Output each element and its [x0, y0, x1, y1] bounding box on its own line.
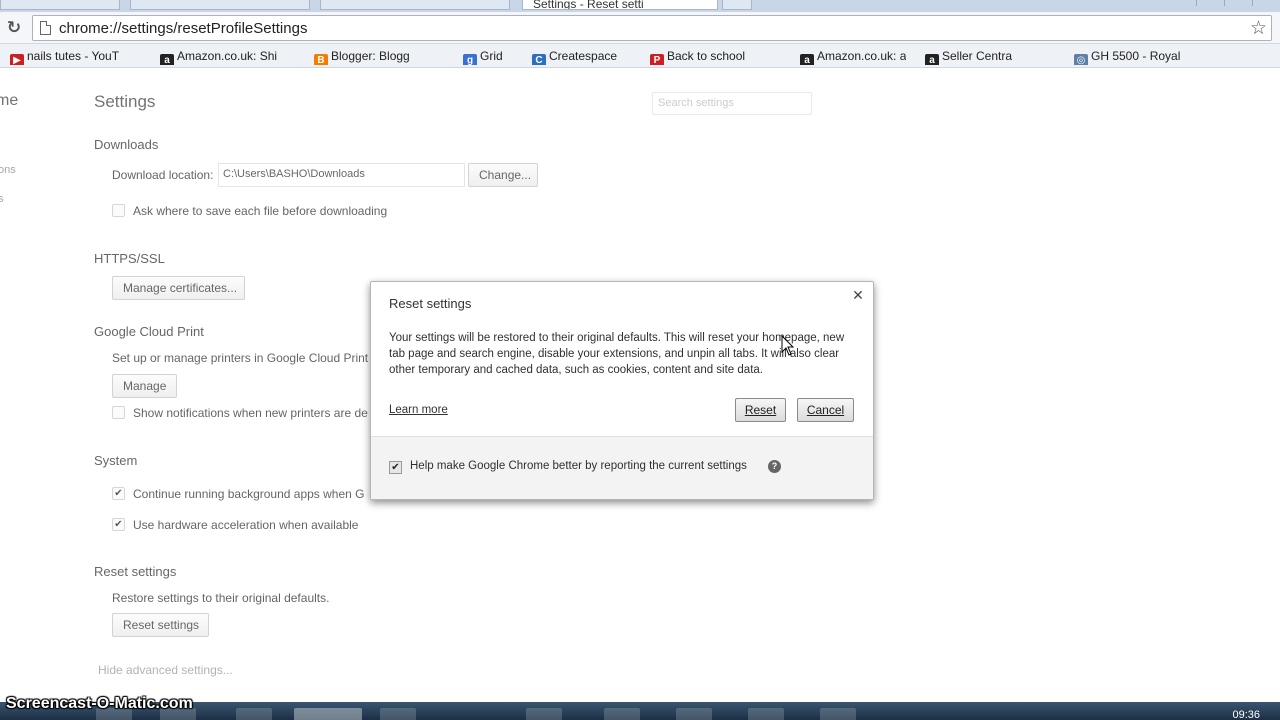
dialog-footer: ✔ Help make Google Chrome better by repo… [371, 436, 873, 499]
bookmark-label: GH 5500 - Royal [1091, 49, 1181, 63]
bookmark-label: nails tutes - YouT [27, 49, 120, 63]
report-settings-label: Help make Google Chrome better by report… [410, 460, 747, 472]
reset-settings-dialog: Reset settings ✕ Your settings will be r… [370, 281, 874, 500]
taskbar-app-chrome[interactable] [294, 708, 362, 720]
bookmark-item[interactable]: g Grid [463, 47, 503, 65]
active-tab-title: Settings - Reset setti [533, 0, 644, 10]
amazon-icon: a [160, 54, 174, 65]
bookmark-label: Back to school [667, 49, 746, 63]
bookmark-item[interactable]: a Amazon.co.uk: Shi [160, 47, 277, 65]
reset-button[interactable]: Reset [735, 398, 786, 422]
background-tab[interactable] [320, 0, 510, 10]
new-tab-button[interactable] [722, 0, 752, 10]
createspace-icon: C [532, 54, 546, 65]
bookmark-item[interactable]: a Amazon.co.uk: a [800, 47, 906, 65]
taskbar-app[interactable] [380, 708, 416, 720]
bookmark-label: Amazon.co.uk: Shi [177, 49, 278, 63]
taskbar-app[interactable] [676, 708, 712, 720]
globe-icon: ◎ [1074, 54, 1088, 65]
bookmarks-bar: ▶ nails tutes - YouT a Amazon.co.uk: Shi B Bl… [0, 44, 1280, 68]
bookmark-item[interactable]: ◎ GH 5500 - Royal [1074, 47, 1180, 65]
minimize-button[interactable] [1196, 0, 1224, 6]
bookmark-item[interactable]: a Seller Centra [925, 47, 1012, 65]
amazon-icon: a [925, 54, 939, 65]
mouse-cursor-icon [781, 335, 795, 356]
youtube-icon: ▶ [10, 54, 24, 65]
close-icon[interactable]: ✕ [851, 288, 865, 302]
background-tab[interactable] [130, 0, 310, 10]
dialog-title: Reset settings [389, 296, 472, 311]
address-bar-url[interactable]: chrome://settings/resetProfileSettings [59, 20, 307, 37]
help-icon[interactable]: ? [768, 460, 781, 473]
cancel-button[interactable]: Cancel [797, 398, 854, 422]
background-tab[interactable] [0, 0, 120, 10]
bookmark-label: Createspace [549, 49, 618, 63]
taskbar-app[interactable] [748, 708, 784, 720]
google-icon: g [463, 54, 477, 65]
maximize-button[interactable] [1224, 0, 1252, 6]
active-tab[interactable]: Settings - Reset setti [522, 0, 718, 10]
bookmark-item[interactable]: P Back to school [650, 47, 745, 65]
taskbar-app[interactable] [820, 708, 856, 720]
taskbar-app[interactable] [526, 708, 562, 720]
bookmark-item[interactable]: ▶ nails tutes - YouT [10, 47, 119, 65]
browser-toolbar: ↻ chrome://settings/resetProfileSettings… [0, 12, 1280, 44]
learn-more-link[interactable]: Learn more [389, 404, 448, 416]
close-window-button[interactable] [1252, 0, 1280, 6]
pinterest-icon: P [650, 54, 664, 65]
bookmark-star-icon[interactable]: ☆ [1250, 17, 1267, 40]
amazon-icon: a [800, 54, 814, 65]
blogger-icon: B [314, 54, 328, 65]
bookmark-label: Seller Centra [942, 49, 1013, 63]
bookmark-label: Blogger: Blogg [331, 49, 410, 63]
screencast-watermark: Screencast-O-Matic.com [6, 695, 193, 712]
report-settings-checkbox[interactable]: ✔ [389, 461, 402, 474]
tab-strip: Settings - Reset setti [0, 0, 1280, 12]
bookmark-item[interactable]: C Createspace [532, 47, 617, 65]
bookmark-label: Grid [480, 49, 503, 63]
taskbar-app[interactable] [236, 708, 272, 720]
bookmark-label: Amazon.co.uk: a [817, 49, 907, 63]
taskbar-clock: 09:36 [1232, 709, 1260, 720]
address-bar[interactable]: chrome://settings/resetProfileSettings ☆ [32, 15, 1272, 41]
bookmark-item[interactable]: B Blogger: Blogg [314, 47, 410, 65]
page-icon [40, 21, 51, 35]
reload-icon[interactable]: ↻ [3, 18, 25, 38]
taskbar-app[interactable] [604, 708, 640, 720]
